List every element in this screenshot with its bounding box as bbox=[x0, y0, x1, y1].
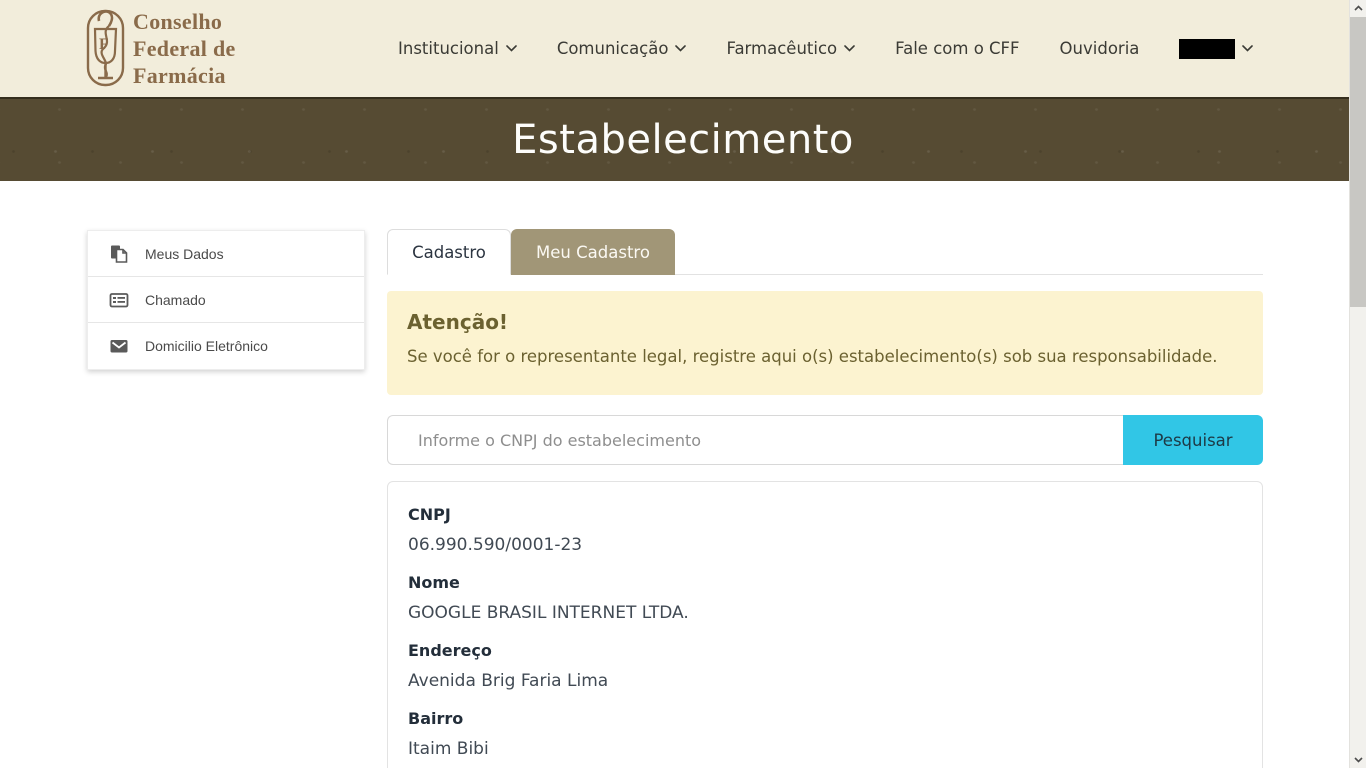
svg-text:F: F bbox=[99, 36, 109, 53]
sidebar-item-label: Chamado bbox=[145, 292, 206, 308]
envelope-icon bbox=[109, 336, 129, 356]
field-value: Itaim Bibi bbox=[408, 739, 1242, 759]
tab-label: Cadastro bbox=[412, 243, 486, 262]
sidebar-item-chamado[interactable]: Chamado bbox=[88, 277, 364, 323]
cff-pharmacy-emblem-icon: F bbox=[86, 7, 125, 89]
tab-bar: Cadastro Meu Cadastro bbox=[387, 229, 1263, 275]
main-nav: Institucional Comunicação Farmacêutico F… bbox=[398, 0, 1253, 97]
field-endereco: Endereço Avenida Brig Faria Lima bbox=[408, 641, 1242, 691]
nav-item-fale-com-o-cff[interactable]: Fale com o CFF bbox=[895, 39, 1019, 58]
field-label: CNPJ bbox=[408, 505, 1242, 524]
establishment-result-card: CNPJ 06.990.590/0001-23 Nome GOOGLE BRAS… bbox=[387, 481, 1263, 768]
nav-item-farmaceutico[interactable]: Farmacêutico bbox=[726, 39, 855, 58]
field-nome: Nome GOOGLE BRASIL INTERNET LTDA. bbox=[408, 573, 1242, 623]
header: F Conselho Federal de Farmácia Instituci… bbox=[0, 0, 1366, 97]
hero-banner: Estabelecimento bbox=[0, 97, 1366, 181]
tab-cadastro[interactable]: Cadastro bbox=[387, 229, 511, 275]
sidebar-item-label: Domicilio Eletrônico bbox=[145, 338, 268, 354]
alert-title: Atenção! bbox=[407, 310, 1243, 334]
copy-documents-icon bbox=[109, 244, 129, 264]
field-label: Bairro bbox=[408, 709, 1242, 728]
field-cnpj: CNPJ 06.990.590/0001-23 bbox=[408, 505, 1242, 555]
field-value: Avenida Brig Faria Lima bbox=[408, 671, 1242, 691]
alert-message: Se você for o representante legal, regis… bbox=[407, 347, 1243, 366]
scrollbar-thumb[interactable] bbox=[1350, 17, 1366, 307]
brand-line-3: Farmácia bbox=[133, 62, 236, 89]
nav-item-label: Institucional bbox=[398, 39, 499, 58]
sidebar-menu: Meus Dados Chamado Domicilio Eletrônico bbox=[87, 230, 365, 370]
field-bairro: Bairro Itaim Bibi bbox=[408, 709, 1242, 759]
nav-item-comunicacao[interactable]: Comunicação bbox=[557, 39, 687, 58]
cnpj-search-row: Pesquisar bbox=[387, 415, 1263, 465]
user-menu[interactable] bbox=[1179, 39, 1253, 59]
scroll-down-arrow-icon[interactable] bbox=[1350, 752, 1366, 768]
brand-name: Conselho Federal de Farmácia bbox=[133, 8, 236, 89]
field-label: Nome bbox=[408, 573, 1242, 592]
sidebar-item-domicilio-eletronico[interactable]: Domicilio Eletrônico bbox=[88, 323, 364, 369]
scroll-up-arrow-icon[interactable] bbox=[1350, 0, 1366, 16]
field-value: GOOGLE BRASIL INTERNET LTDA. bbox=[408, 603, 1242, 623]
nav-item-ouvidoria[interactable]: Ouvidoria bbox=[1060, 39, 1140, 58]
sidebar-item-label: Meus Dados bbox=[145, 246, 224, 262]
user-name-redacted bbox=[1179, 39, 1235, 59]
page: F Conselho Federal de Farmácia Instituci… bbox=[0, 0, 1366, 768]
chevron-down-icon bbox=[844, 45, 855, 52]
chevron-down-icon bbox=[1242, 45, 1253, 52]
cnpj-search-input[interactable] bbox=[387, 415, 1123, 465]
field-label: Endereço bbox=[408, 641, 1242, 660]
brand-line-1: Conselho bbox=[133, 8, 236, 35]
search-button[interactable]: Pesquisar bbox=[1123, 415, 1263, 465]
list-card-icon bbox=[109, 290, 129, 310]
brand-line-2: Federal de bbox=[133, 35, 236, 62]
nav-item-label: Comunicação bbox=[557, 39, 669, 58]
nav-item-institucional[interactable]: Institucional bbox=[398, 39, 517, 58]
nav-item-label: Ouvidoria bbox=[1060, 39, 1140, 58]
main-content: Cadastro Meu Cadastro Atenção! Se você f… bbox=[387, 229, 1263, 768]
attention-alert: Atenção! Se você for o representante leg… bbox=[387, 291, 1263, 395]
tab-label: Meu Cadastro bbox=[536, 243, 650, 262]
nav-item-label: Farmacêutico bbox=[726, 39, 837, 58]
field-value: 06.990.590/0001-23 bbox=[408, 535, 1242, 555]
tab-meu-cadastro[interactable]: Meu Cadastro bbox=[511, 229, 675, 275]
chevron-down-icon bbox=[675, 45, 686, 52]
brand-logo[interactable]: F Conselho Federal de Farmácia bbox=[86, 7, 236, 89]
nav-item-label: Fale com o CFF bbox=[895, 39, 1019, 58]
sidebar-item-meus-dados[interactable]: Meus Dados bbox=[88, 231, 364, 277]
vertical-scrollbar[interactable] bbox=[1349, 0, 1366, 768]
page-title: Estabelecimento bbox=[512, 117, 854, 163]
chevron-down-icon bbox=[506, 45, 517, 52]
